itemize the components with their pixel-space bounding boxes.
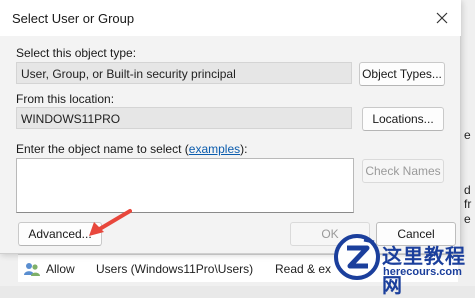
permission-principal: Users (Windows11Pro\Users): [96, 262, 254, 276]
background-text-fragment: d fr: [464, 183, 472, 211]
object-types-button[interactable]: Object Types...: [359, 62, 445, 86]
red-arrow-icon: [89, 209, 132, 236]
enter-object-name-prefix: Enter the object name to select (: [16, 142, 189, 156]
object-type-label: Select this object type:: [16, 46, 137, 60]
select-user-or-group-dialog: Select User or Group Select this object …: [0, 0, 461, 254]
watermark-url: herecours.com: [383, 266, 462, 278]
close-button[interactable]: [429, 6, 455, 30]
location-field: WINDOWS11PRO: [16, 107, 352, 129]
background-text-fragment: e: [464, 128, 471, 142]
title-bar: Select User or Group: [0, 0, 461, 36]
background-text-fragment: e: [464, 212, 471, 226]
permission-type: Allow: [46, 262, 75, 276]
locations-button[interactable]: Locations...: [362, 107, 444, 131]
object-name-input[interactable]: [16, 158, 354, 213]
dialog-title: Select User or Group: [12, 11, 135, 26]
watermark-logo-icon: [334, 234, 380, 280]
examples-link[interactable]: examples: [189, 142, 240, 156]
site-watermark: 这里教程网 herecours.com: [334, 232, 475, 297]
object-type-field: User, Group, or Built-in security princi…: [16, 62, 352, 84]
permission-access: Read & ex: [275, 262, 332, 276]
enter-object-name-suffix: ):: [240, 142, 248, 156]
enter-object-name-label: Enter the object name to select (example…: [16, 142, 247, 156]
users-group-icon: [23, 261, 41, 277]
check-names-button[interactable]: Check Names: [362, 159, 444, 183]
location-label: From this location:: [16, 92, 115, 106]
close-icon: [436, 12, 448, 24]
